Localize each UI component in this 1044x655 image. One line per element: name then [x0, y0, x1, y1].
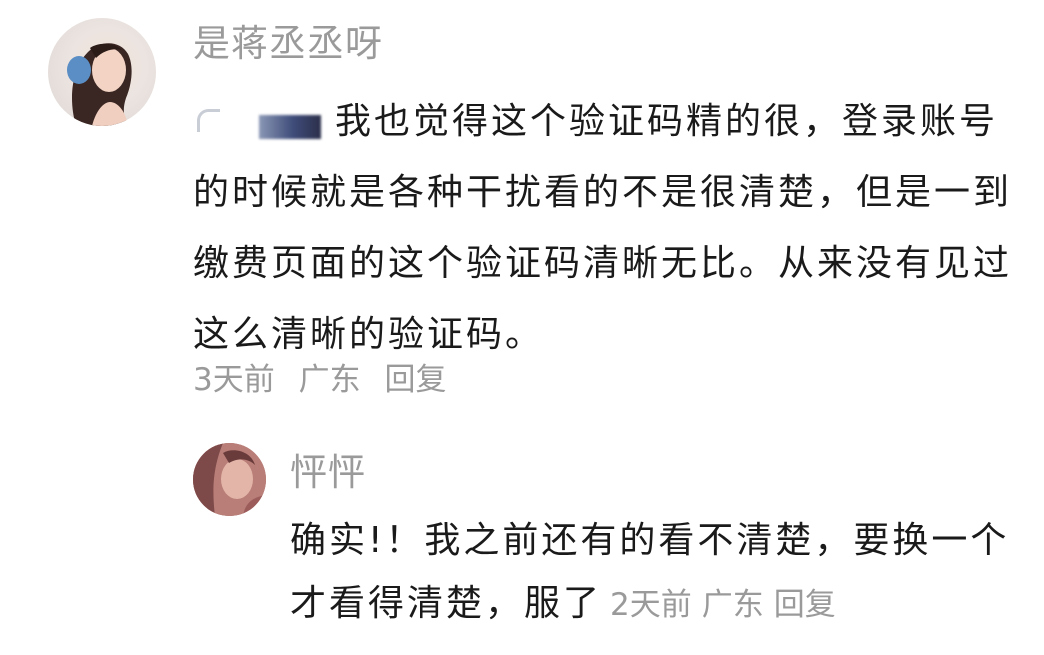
- reply-text: 确实!！我之前还有的看不清楚，要换一个才看得清楚，服了 2天前 广东 回复: [290, 509, 1030, 637]
- blurred-mention-icon: [193, 103, 333, 143]
- user-avatar-icon[interactable]: [193, 443, 266, 516]
- reply-button[interactable]: 回复: [384, 362, 446, 398]
- reply-meta: 2天前 广东 回复: [610, 587, 846, 623]
- comment-time: 3天前: [193, 362, 275, 398]
- reply-time: 2天前: [610, 587, 692, 623]
- username[interactable]: 是蒋丞丞呀: [193, 22, 383, 66]
- comment-text: 我也觉得这个验证码精的很，登录账号的时候就是各种干扰看的不是很清楚，但是一到缴费…: [193, 86, 1023, 370]
- reply-location: 广东: [701, 587, 764, 623]
- username[interactable]: 怦怦: [290, 451, 366, 495]
- user-avatar-icon[interactable]: [48, 18, 156, 126]
- comment-location: 广东: [298, 362, 361, 398]
- reply-button[interactable]: 回复: [774, 587, 836, 623]
- comment-meta: 3天前 广东 回复: [193, 360, 460, 400]
